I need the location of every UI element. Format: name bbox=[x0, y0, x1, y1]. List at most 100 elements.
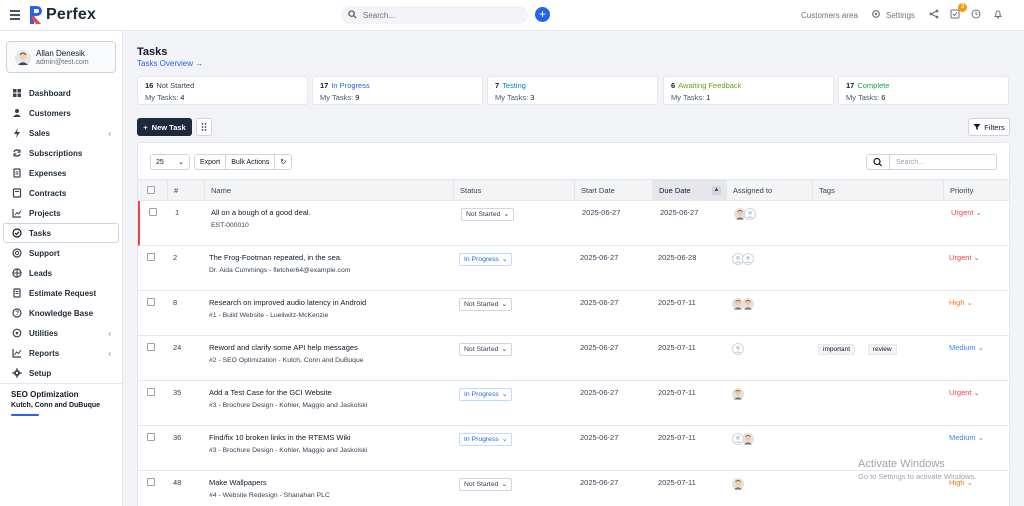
settings-gear-icon[interactable] bbox=[871, 9, 883, 21]
task-name-cell[interactable]: Make Wallpapers #4 - Website Redesign - S… bbox=[209, 478, 449, 499]
column-header-priority[interactable]: Priority bbox=[943, 180, 1009, 201]
row-checkbox[interactable] bbox=[147, 433, 155, 441]
sidebar-item-setup[interactable]: Setup bbox=[0, 363, 123, 383]
task-related-link[interactable]: #4 - Website Redesign - Shanahan PLC bbox=[209, 492, 449, 499]
task-name-link[interactable]: Reword and clarify some API help message… bbox=[209, 343, 449, 352]
sidebar-item-leads[interactable]: Leads bbox=[0, 263, 123, 283]
export-button[interactable]: Export bbox=[194, 154, 227, 170]
sidebar-item-dashboard[interactable]: Dashboard bbox=[0, 83, 123, 103]
share-icon[interactable] bbox=[929, 9, 941, 21]
task-related-link[interactable]: #2 - SEO Optimization - Kutch, Conn and … bbox=[209, 357, 449, 364]
assignee-avatar[interactable] bbox=[732, 478, 744, 490]
sidebar-item-sales[interactable]: Sales ‹ bbox=[0, 123, 123, 143]
row-checkbox[interactable] bbox=[147, 298, 155, 306]
task-related-link[interactable]: EST-000010 bbox=[211, 222, 451, 229]
summary-card-complete[interactable]: 17 Complete My Tasks: 6 bbox=[838, 76, 1009, 105]
assignee-avatar[interactable] bbox=[732, 388, 744, 400]
priority-dropdown[interactable]: Medium ⌄ bbox=[949, 433, 984, 442]
priority-dropdown[interactable]: Medium ⌄ bbox=[949, 343, 984, 352]
task-name-cell[interactable]: Research on improved audio latency in An… bbox=[209, 298, 449, 319]
task-name-cell[interactable]: The Frog-Footman repeated, in the sea. Dr… bbox=[209, 253, 449, 274]
task-name-cell[interactable]: Reword and clarify some API help message… bbox=[209, 343, 449, 364]
column-header-start-date[interactable]: Start Date bbox=[574, 180, 652, 201]
task-name-link[interactable]: The Frog-Footman repeated, in the sea. bbox=[209, 253, 449, 262]
table-row[interactable]: 35 Add a Test Case for the GCI Website #3 … bbox=[138, 381, 1009, 426]
task-name-link[interactable]: Add a Test Case for the GCI Website bbox=[209, 388, 449, 397]
status-dropdown[interactable]: In Progress ⌄ bbox=[459, 388, 513, 401]
tasks-overview-link[interactable]: Tasks Overview → bbox=[137, 59, 203, 68]
sidebar-item-support[interactable]: Support bbox=[0, 243, 123, 263]
task-name-cell[interactable]: Find/fix 10 broken links in the RTEMS Wi… bbox=[209, 433, 449, 454]
filters-button[interactable]: Filters bbox=[968, 118, 1010, 136]
menu-toggle-icon[interactable] bbox=[10, 10, 20, 20]
reload-button[interactable]: ↻ bbox=[275, 154, 293, 170]
status-dropdown[interactable]: In Progress ⌄ bbox=[459, 433, 513, 446]
task-name-link[interactable]: Research on improved audio latency in An… bbox=[209, 298, 449, 307]
task-related-link[interactable]: Dr. Aida Cummings - fletcher64@example.c… bbox=[209, 267, 449, 274]
table-row[interactable]: 8 Research on improved audio latency in A… bbox=[138, 291, 1009, 336]
header-select-all[interactable] bbox=[138, 180, 167, 201]
table-row[interactable]: 1 All on a bough of a good deal. EST-00001… bbox=[138, 201, 1009, 246]
row-checkbox[interactable] bbox=[149, 208, 157, 216]
status-dropdown[interactable]: In Progress ⌄ bbox=[459, 253, 513, 266]
column-header-due-date[interactable]: Due Date ▲ bbox=[652, 180, 726, 201]
assignee-avatar[interactable] bbox=[742, 298, 754, 310]
status-dropdown[interactable]: Not Started ⌄ bbox=[459, 298, 513, 311]
priority-dropdown[interactable]: High ⌄ bbox=[949, 298, 973, 307]
summary-card-in-progress[interactable]: 17 In Progress My Tasks: 9 bbox=[312, 76, 483, 105]
assignee-avatar[interactable] bbox=[742, 433, 754, 445]
task-name-cell[interactable]: Add a Test Case for the GCI Website #3 - … bbox=[209, 388, 449, 409]
task-name-link[interactable]: Find/fix 10 broken links in the RTEMS Wi… bbox=[209, 433, 449, 442]
sidebar-item-utilities[interactable]: Utilities ‹ bbox=[0, 323, 123, 343]
priority-dropdown[interactable]: Urgent ⌄ bbox=[951, 208, 982, 217]
table-search-button[interactable] bbox=[866, 154, 890, 170]
row-checkbox[interactable] bbox=[147, 253, 155, 261]
user-profile-card[interactable]: Allan Denesik admin@test.com bbox=[6, 41, 116, 73]
settings-link[interactable]: Settings bbox=[886, 11, 915, 20]
bulk-actions-button[interactable]: Bulk Actions bbox=[226, 154, 276, 170]
column-header-assigned-to[interactable]: Assigned to bbox=[726, 180, 812, 201]
bell-icon[interactable] bbox=[993, 9, 1005, 21]
app-logo[interactable]: Perfex bbox=[29, 5, 96, 25]
sidebar-item-customers[interactable]: Customers bbox=[0, 103, 123, 123]
sidebar-item-knowledge-base[interactable]: ? Knowledge Base bbox=[0, 303, 123, 323]
customers-area-link[interactable]: Customers area bbox=[801, 11, 858, 20]
quick-create-button[interactable]: + bbox=[535, 7, 550, 22]
new-task-button[interactable]: + New Task bbox=[137, 118, 192, 136]
sidebar-item-estimate-request[interactable]: Estimate Request bbox=[0, 283, 123, 303]
status-dropdown[interactable]: Not Started ⌄ bbox=[461, 208, 515, 221]
clock-icon[interactable] bbox=[971, 9, 983, 21]
column-header-id[interactable]: # bbox=[167, 180, 204, 201]
assignee-avatar[interactable] bbox=[732, 343, 744, 355]
column-header-status[interactable]: Status bbox=[453, 180, 574, 201]
status-dropdown[interactable]: Not Started ⌄ bbox=[459, 478, 513, 491]
status-dropdown[interactable]: Not Started ⌄ bbox=[459, 343, 513, 356]
row-checkbox[interactable] bbox=[147, 388, 155, 396]
sidebar-item-projects[interactable]: Projects bbox=[0, 203, 123, 223]
sidebar-item-contracts[interactable]: Contracts bbox=[0, 183, 123, 203]
table-row[interactable]: 2 The Frog-Footman repeated, in the sea. D… bbox=[138, 246, 1009, 291]
priority-dropdown[interactable]: Urgent ⌄ bbox=[949, 253, 980, 262]
sidebar-item-tasks[interactable]: Tasks bbox=[3, 223, 119, 243]
priority-dropdown[interactable]: Urgent ⌄ bbox=[949, 388, 980, 397]
summary-card-not-started[interactable]: 16 Not Started My Tasks: 4 bbox=[137, 76, 308, 105]
summary-card-testing[interactable]: 7 Testing My Tasks: 3 bbox=[487, 76, 658, 105]
sidebar-item-subscriptions[interactable]: Subscriptions bbox=[0, 143, 123, 163]
pinned-project[interactable]: SEO Optimization Kutch, Conn and DuBuque bbox=[0, 383, 123, 422]
table-search-input[interactable]: Search... bbox=[890, 154, 997, 170]
task-related-link[interactable]: #1 - Build Website - Lueilwitz-McKenzie bbox=[209, 312, 449, 319]
column-header-tags[interactable]: Tags bbox=[812, 180, 943, 201]
sidebar-item-reports[interactable]: Reports ‹ bbox=[0, 343, 123, 363]
page-size-select[interactable]: 25 ⌄ bbox=[150, 154, 190, 170]
sidebar-item-expenses[interactable]: Expenses bbox=[0, 163, 123, 183]
task-name-cell[interactable]: All on a bough of a good deal. EST-000010 bbox=[211, 208, 451, 229]
row-checkbox[interactable] bbox=[147, 478, 155, 486]
summary-card-awaiting-feedback[interactable]: 6 Awaiting Feedback My Tasks: 1 bbox=[663, 76, 834, 105]
task-name-link[interactable]: Make Wallpapers bbox=[209, 478, 449, 487]
table-row[interactable]: 24 Reword and clarify some API help messa… bbox=[138, 336, 1009, 381]
row-checkbox[interactable] bbox=[147, 343, 155, 351]
task-name-link[interactable]: All on a bough of a good deal. bbox=[211, 208, 451, 217]
column-header-name[interactable]: Name bbox=[204, 180, 453, 201]
kanban-view-button[interactable] bbox=[196, 118, 212, 136]
assignee-avatar[interactable] bbox=[742, 253, 754, 265]
